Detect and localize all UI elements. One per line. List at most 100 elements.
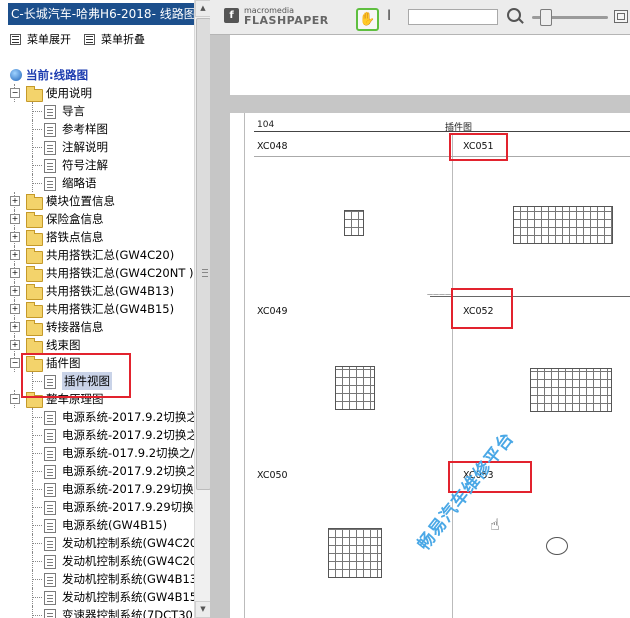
tree-item-label: 搭铁点信息 — [46, 230, 104, 244]
expand-icon[interactable]: + — [10, 214, 20, 224]
header-rule — [254, 131, 630, 132]
collapse-icon[interactable]: − — [10, 394, 20, 404]
flashpaper-logo-icon: f — [224, 8, 239, 23]
highlight-box-connector-view — [21, 353, 131, 398]
tree-line — [32, 165, 42, 166]
collapse-menu-label: 菜单折叠 — [101, 33, 145, 46]
tree-item-label: 缩略语 — [62, 176, 97, 190]
tree-item[interactable]: 缩略语 — [8, 174, 196, 192]
tree-folder[interactable]: + 搭铁点信息 — [8, 228, 196, 246]
connector-tag-xc050: XC050 — [257, 470, 288, 481]
tree-item[interactable]: 电源系统-017.9.2切换之/ — [8, 444, 196, 462]
tree-item[interactable]: 符号注解 — [8, 156, 196, 174]
tree-item-label: 模块位置信息 — [46, 194, 115, 208]
window-mode-icon[interactable] — [614, 10, 628, 23]
folder-icon — [26, 248, 43, 264]
tree-folder[interactable]: + 共用搭铁汇总(GW4C20) — [8, 246, 196, 264]
tree-item[interactable]: 参考样图 — [8, 120, 196, 138]
connector-drawing-xc048 — [344, 210, 364, 236]
expand-icon[interactable]: + — [10, 322, 20, 332]
search-icon[interactable] — [507, 8, 521, 22]
tree-item-label: 电源系统-2017.9.2切换之 — [62, 428, 196, 442]
tree-item[interactable]: 导言 — [8, 102, 196, 120]
tree-folder[interactable]: + 线束图 — [8, 336, 196, 354]
tree-folder[interactable]: + 保险盒信息 — [8, 210, 196, 228]
menu-icon — [10, 33, 21, 45]
folder-icon — [26, 194, 43, 210]
tree-folder[interactable]: + 共用搭铁汇总(GW4B15) — [8, 300, 196, 318]
expand-icon[interactable]: + — [10, 268, 20, 278]
tree-item-label: 线束图 — [46, 338, 81, 352]
document-icon — [44, 447, 56, 461]
tree-folder[interactable]: + 转接器信息 — [8, 318, 196, 336]
expand-icon[interactable]: + — [10, 304, 20, 314]
tree-item-label: 电源系统(GW4B15) — [62, 518, 168, 532]
text-select-tool-icon[interactable]: I — [387, 8, 391, 24]
highlight-box-xc052 — [451, 288, 513, 329]
tree-line — [32, 129, 42, 130]
tree-item[interactable]: 电源系统(GW4B15) — [8, 516, 196, 534]
tree-folder[interactable]: + 模块位置信息 — [8, 192, 196, 210]
tree-folder[interactable]: + 共用搭铁汇总(GW4C20NT ) — [8, 264, 196, 282]
tree-item-label: 共用搭铁汇总(GW4C20NT ) — [46, 266, 194, 280]
hand-cursor-icon: ☝ — [490, 515, 500, 534]
grip-icon — [202, 269, 208, 277]
document-icon — [44, 573, 56, 587]
hand-tool-button[interactable]: ✋ — [356, 8, 379, 31]
tree-item-label: 电源系统-017.9.2切换之/ — [62, 446, 195, 460]
scroll-up-arrow-icon[interactable]: ▲ — [195, 0, 211, 17]
tree-item[interactable]: 电源系统-2017.9.2切换之 — [8, 408, 196, 426]
document-icon — [44, 141, 56, 155]
tree-item-label: 转接器信息 — [46, 320, 104, 334]
expand-icon[interactable]: + — [10, 340, 20, 350]
tree-item[interactable]: 电源系统-2017.9.29切换 — [8, 480, 196, 498]
tree-line — [32, 183, 42, 184]
tree-item[interactable]: 发动机控制系统(GW4C20 — [8, 534, 196, 552]
tree-item[interactable]: 电源系统-2017.9.29切换 — [8, 498, 196, 516]
left-scrollbar[interactable]: ▲ ▼ — [194, 0, 211, 618]
navigation-panel: C-长城汽车-哈弗H6-2018- 线路图. 菜单展开 菜单折叠 当前:线路图 … — [0, 0, 211, 618]
expand-icon[interactable]: + — [10, 232, 20, 242]
tree-folder[interactable]: + 共用搭铁汇总(GW4B13) — [8, 282, 196, 300]
expand-icon[interactable]: + — [10, 196, 20, 206]
expand-icon[interactable]: + — [10, 250, 20, 260]
tree-item[interactable]: 发动机控制系统(GW4C20 — [8, 552, 196, 570]
zoom-slider-thumb[interactable] — [540, 9, 552, 26]
tree-line — [32, 147, 42, 148]
expand-icon[interactable]: + — [10, 286, 20, 296]
tree-line — [32, 561, 42, 562]
tree-item-label: 参考样图 — [62, 122, 108, 136]
tree-line — [32, 579, 42, 580]
search-input[interactable] — [408, 9, 498, 25]
menu-icon — [84, 33, 95, 45]
column-divider — [452, 133, 453, 618]
tree-item[interactable]: 发动机控制系统(GW4B13 — [8, 570, 196, 588]
logo-name: FLASHPAPER — [244, 14, 329, 27]
collapse-icon[interactable]: − — [10, 88, 20, 98]
tree-item[interactable]: 发动机控制系统(GW4B15 — [8, 588, 196, 606]
tree-view[interactable]: 当前:线路图 − 使用说明 导言参考样图注解说明 符号注解缩略语 + 模块位置信息 + 保险盒… — [8, 64, 196, 618]
scroll-down-arrow-icon[interactable]: ▼ — [195, 601, 211, 618]
highlight-box-xc051 — [449, 133, 508, 161]
tree-item[interactable]: 变速器控制系统(7DCT30 — [8, 606, 196, 618]
document-icon — [44, 429, 56, 443]
tree-line — [32, 489, 42, 490]
collapse-menu-button[interactable]: 菜单折叠 — [84, 31, 145, 47]
tree-item-label: 保险盒信息 — [46, 212, 104, 226]
tree-item-label: 电源系统-2017.9.2切换之 — [62, 410, 196, 424]
document-icon — [44, 483, 56, 497]
tree-item-label: 电源系统-2017.9.29切换 — [62, 482, 194, 496]
tree-folder[interactable]: − 使用说明 — [8, 84, 196, 102]
scroll-thumb[interactable] — [196, 18, 211, 490]
tree-item-label: 发动机控制系统(GW4B13 — [62, 572, 196, 586]
expand-menu-button[interactable]: 菜单展开 — [10, 31, 71, 47]
collapse-icon[interactable]: − — [10, 358, 20, 368]
tree-item[interactable]: 电源系统-2017.9.2切换之 — [8, 426, 196, 444]
current-location-label: 当前:线路图 — [26, 68, 89, 82]
tree-item[interactable]: 电源系统-2017.9.2切换之 — [8, 462, 196, 480]
folder-icon — [26, 212, 43, 228]
document-icon — [44, 501, 56, 515]
tree-item[interactable]: 注解说明 — [8, 138, 196, 156]
tree-line — [32, 111, 42, 112]
connector-tag-xc048: XC048 — [257, 141, 288, 152]
